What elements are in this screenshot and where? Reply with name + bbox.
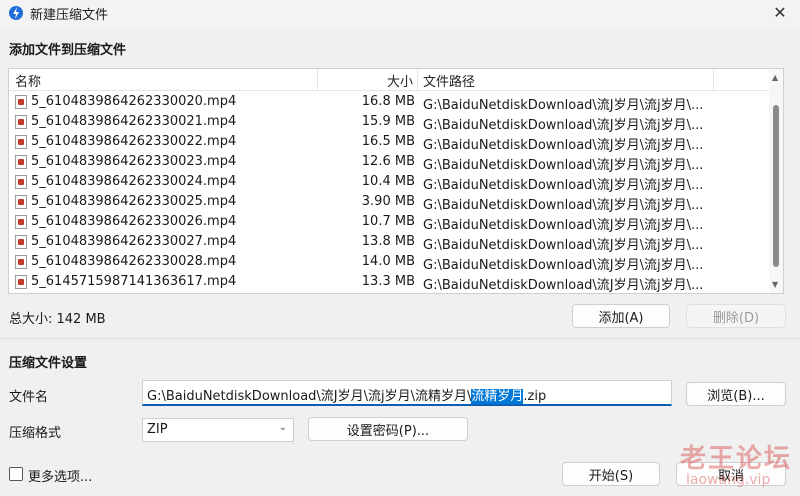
list-item[interactable]: 5_6145715987141363617.mp4 13.3 MB G:\Bai… [9, 272, 769, 293]
list-item[interactable]: 5_6104839864262330024.mp4 10.4 MB G:\Bai… [9, 172, 769, 193]
close-icon: ✕ [773, 2, 787, 22]
file-size: 14.0 MB [361, 254, 415, 269]
scroll-thumb[interactable] [773, 105, 779, 267]
settings-section-title: 压缩文件设置 [9, 356, 88, 371]
scroll-up-icon[interactable]: ▲ [772, 73, 778, 82]
video-file-icon [15, 275, 27, 289]
column-path[interactable]: 文件路径 [423, 71, 475, 90]
filename-selection: 流精岁月 [471, 389, 524, 404]
file-name: 5_6104839864262330025.mp4 [31, 194, 237, 209]
more-options-label[interactable]: 更多选项... [28, 466, 92, 485]
list-item[interactable]: 5_6104839864262330026.mp4 10.7 MB G:\Bai… [9, 212, 769, 233]
title-bar: 新建压缩文件 ✕ [0, 0, 800, 28]
file-name: 5_6104839864262330028.mp4 [31, 254, 237, 269]
list-item[interactable]: 5_6104839864262330023.mp4 12.6 MB G:\Bai… [9, 152, 769, 173]
file-size: 13.3 MB [361, 274, 415, 289]
file-size: 10.7 MB [361, 214, 415, 229]
file-list[interactable]: 名称 大小 文件路径 5_6104839864262330020.mp4 16.… [8, 68, 784, 294]
file-name: 5_6104839864262330020.mp4 [31, 94, 237, 109]
column-divider [417, 69, 418, 91]
browse-button[interactable]: 浏览(B)... [686, 382, 786, 406]
filename-input[interactable]: G:\BaiduNetdiskDownload\流J岁月\流j岁月\流精岁月\流… [142, 380, 672, 406]
column-name[interactable]: 名称 [15, 71, 41, 90]
file-path: G:\BaiduNetdiskDownload\流J岁月\流j岁月\... [423, 218, 704, 233]
video-file-icon [15, 195, 27, 209]
file-path: G:\BaiduNetdiskDownload\流J岁月\流j岁月\... [423, 138, 704, 153]
file-name: 5_6104839864262330023.mp4 [31, 154, 237, 169]
column-divider [713, 69, 714, 91]
file-path: G:\BaiduNetdiskDownload\流J岁月\流j岁月\... [423, 258, 704, 273]
list-item[interactable]: 5_6104839864262330021.mp4 15.9 MB G:\Bai… [9, 112, 769, 133]
video-file-icon [15, 155, 27, 169]
list-item[interactable]: 5_6104839864262330028.mp4 14.0 MB G:\Bai… [9, 252, 769, 273]
file-name: 5_6104839864262330021.mp4 [31, 114, 237, 129]
file-size: 13.8 MB [361, 234, 415, 249]
watermark-text: 老王论坛 [680, 444, 793, 474]
filename-label: 文件名 [9, 390, 49, 405]
scroll-down-icon[interactable]: ▼ [772, 280, 778, 289]
file-path: G:\BaiduNetdiskDownload\流J岁月\流j岁月\... [423, 158, 704, 173]
window-title: 新建压缩文件 [30, 8, 109, 23]
video-file-icon [15, 115, 27, 129]
format-select[interactable]: ZIP ⌄ [142, 418, 294, 442]
format-label: 压缩格式 [9, 426, 62, 441]
column-divider [317, 69, 318, 91]
video-file-icon [15, 135, 27, 149]
video-file-icon [15, 235, 27, 249]
list-item[interactable]: 5_6104839864262330022.mp4 16.5 MB G:\Bai… [9, 132, 769, 153]
add-button[interactable]: 添加(A) [572, 304, 670, 328]
app-icon [9, 6, 23, 20]
file-path: G:\BaiduNetdiskDownload\流J岁月\流j岁月\... [423, 98, 704, 113]
list-item[interactable]: 5_6104839864262330027.mp4 13.8 MB G:\Bai… [9, 232, 769, 253]
file-name: 5_6104839864262330027.mp4 [31, 234, 237, 249]
start-button[interactable]: 开始(S) [562, 462, 660, 486]
file-path: G:\BaiduNetdiskDownload\流J岁月\流j岁月\... [423, 238, 704, 253]
column-size[interactable]: 大小 [387, 71, 413, 90]
list-header: 名称 大小 文件路径 [9, 69, 769, 91]
file-path: G:\BaiduNetdiskDownload\流J岁月\流j岁月\... [423, 278, 704, 293]
format-value: ZIP [147, 422, 168, 437]
file-name: 5_6145715987141363617.mp4 [31, 274, 237, 289]
file-path: G:\BaiduNetdiskDownload\流J岁月\流j岁月\... [423, 118, 704, 133]
watermark-url: laowang.vip [686, 472, 771, 488]
filename-prefix: G:\BaiduNetdiskDownload\流J岁月\流j岁月\流精岁月\ [147, 389, 472, 404]
total-size: 总大小: 142 MB [9, 312, 106, 327]
file-name: 5_6104839864262330024.mp4 [31, 174, 237, 189]
set-password-button[interactable]: 设置密码(P)... [308, 417, 468, 441]
file-path: G:\BaiduNetdiskDownload\流J岁月\流j岁月\... [423, 178, 704, 193]
file-path: G:\BaiduNetdiskDownload\流J岁月\流j岁月\... [423, 198, 704, 213]
list-item[interactable]: 5_6104839864262330020.mp4 16.8 MB G:\Bai… [9, 92, 769, 113]
filename-suffix: .zip [523, 389, 547, 404]
watermark: 老王论坛 laowang.vip [680, 438, 800, 496]
file-size: 16.5 MB [361, 134, 415, 149]
video-file-icon [15, 175, 27, 189]
list-item[interactable]: 5_6104839864262330025.mp4 3.90 MB G:\Bai… [9, 192, 769, 213]
file-size: 12.6 MB [361, 154, 415, 169]
section-divider [0, 338, 800, 339]
file-size: 16.8 MB [361, 94, 415, 109]
more-options-checkbox[interactable] [9, 467, 23, 481]
file-name: 5_6104839864262330026.mp4 [31, 214, 237, 229]
add-section-title: 添加文件到压缩文件 [9, 43, 127, 58]
file-name: 5_6104839864262330022.mp4 [31, 134, 237, 149]
video-file-icon [15, 215, 27, 229]
chevron-down-icon: ⌄ [278, 422, 287, 433]
file-size: 15.9 MB [361, 114, 415, 129]
delete-button[interactable]: 删除(D) [686, 304, 786, 328]
close-button[interactable]: ✕ [760, 0, 800, 24]
video-file-icon [15, 95, 27, 109]
video-file-icon [15, 255, 27, 269]
file-size: 10.4 MB [361, 174, 415, 189]
file-size: 3.90 MB [361, 194, 415, 209]
vertical-scrollbar[interactable]: ▲ ▼ [769, 69, 783, 293]
